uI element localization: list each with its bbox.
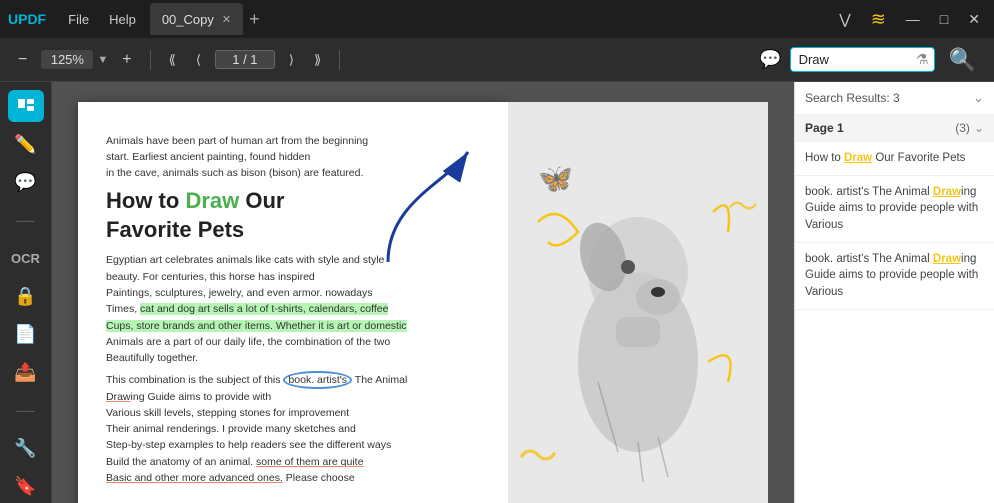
result-3-highlight: Draw [933, 253, 961, 265]
pdf-page: Animals have been part of human art from… [78, 102, 508, 503]
panel-collapse-icon[interactable]: ⌄ [973, 90, 984, 106]
menu-file[interactable]: File [58, 8, 99, 31]
page-count: (3) [955, 121, 970, 135]
sidebar-icon-convert[interactable]: 📄 [8, 319, 44, 351]
sidebar-icon-tools[interactable]: 🔧 [8, 433, 44, 465]
underline-some: some of them are quite Basic and other m… [106, 456, 363, 484]
artist-circle: book. artist's [283, 371, 352, 389]
zoom-out-button[interactable]: − [12, 47, 33, 73]
result-2-highlight: Draw [933, 186, 961, 198]
page-nav [215, 50, 275, 69]
updf-logo: UPDF [8, 11, 46, 27]
zoom-level[interactable]: 125% [41, 50, 93, 69]
left-sidebar: ✏️ 💬 — OCR 🔒 📄 📤 — 🔧 🔖 [0, 82, 52, 503]
separator-2 [339, 50, 340, 70]
page-section-header: Page 1 (3) ⌄ [795, 115, 994, 142]
nav-next-button[interactable]: ⟩ [283, 48, 300, 72]
menu-help[interactable]: Help [99, 8, 146, 31]
result-1-text2: Our Favorite Pets [872, 152, 965, 164]
search-result-1[interactable]: How to Draw Our Favorite Pets [795, 142, 994, 176]
page-input[interactable] [215, 50, 275, 69]
sidebar-separator-1: — [8, 204, 44, 236]
search-container: ⚗ [790, 47, 935, 72]
result-3-text1: book. artist's The Animal [805, 253, 933, 265]
pdf-heading: How to Draw Our Favorite Pets [106, 187, 480, 244]
heading-how-to: How to [106, 188, 185, 213]
para-2: This combination is the subject of this … [106, 372, 480, 486]
right-search-panel: Search Results: 3 ⌄ Page 1 (3) ⌄ How to … [794, 82, 994, 503]
heading-draw: Draw [185, 188, 239, 213]
page-label: Page 1 [805, 121, 844, 135]
tab-label: 00_Copy [162, 12, 214, 27]
sidebar-separator-2: — [8, 395, 44, 427]
search-active-icon[interactable]: 🔍 [943, 45, 982, 75]
sidebar-icon-ocr[interactable]: OCR [8, 242, 44, 274]
page-section-expand-icon[interactable]: ⌄ [974, 121, 984, 135]
result-2-text1: book. artist's The Animal [805, 186, 933, 198]
toolbar-right: 💬 ⚗ 🔍 [759, 45, 982, 75]
toolbar: − 125% ▼ + ⟪ ⟨ ⟩ ⟫ 💬 ⚗ 🔍 [0, 38, 994, 82]
zoom-in-button[interactable]: + [116, 47, 137, 73]
heading-favorite-pets: Favorite Pets [106, 217, 244, 242]
active-tab[interactable]: 00_Copy ✕ [150, 3, 243, 35]
result-1-highlight: Draw [844, 152, 872, 164]
sidebar-icon-protect[interactable]: 🔒 [8, 280, 44, 312]
highlight-green-1: cat and dog art sells a lot of t-shirts,… [106, 303, 407, 331]
minimize-button[interactable]: — [900, 9, 926, 29]
underline-drawing: Draw [106, 391, 131, 403]
sidebar-icon-view[interactable] [8, 90, 44, 122]
new-tab-button[interactable]: + [249, 9, 260, 30]
separator-1 [150, 50, 151, 70]
para-1: Egyptian art celebrates animals like cat… [106, 252, 480, 366]
title-bar: UPDF File Help 00_Copy ✕ + ⋁ ≋ — □ ✕ [0, 0, 994, 38]
result-1-text1: How to [805, 152, 844, 164]
pdf-content-area: Animals have been part of human art from… [52, 82, 794, 503]
heading-our: Our [239, 188, 284, 213]
filter-icon[interactable]: ⚗ [916, 51, 929, 68]
sidebar-icon-edit[interactable]: ✏️ [8, 128, 44, 160]
tab-area: 00_Copy ✕ + [150, 3, 833, 35]
sidebar-icon-share[interactable]: 📤 [8, 357, 44, 389]
dog-image-area: 🦋 〜 〜 [508, 102, 768, 503]
updf-account-icon[interactable]: ≋ [865, 7, 892, 32]
search-results-label: Search Results: 3 [805, 91, 900, 105]
search-result-3[interactable]: book. artist's The Animal Drawing Guide … [795, 243, 994, 310]
sidebar-icon-bookmark[interactable]: 🔖 [8, 471, 44, 503]
nav-prev-button[interactable]: ⟨ [190, 48, 207, 72]
nav-first-button[interactable]: ⟪ [163, 48, 182, 72]
dog-sketch [528, 162, 748, 502]
close-button[interactable]: ✕ [962, 9, 986, 30]
comment-button[interactable]: 💬 [759, 49, 781, 70]
main-area: ✏️ 💬 — OCR 🔒 📄 📤 — 🔧 🔖 Animals have been… [0, 82, 994, 503]
zoom-dropdown-icon[interactable]: ▼ [97, 54, 108, 66]
window-controls: ⋁ ≋ — □ ✕ [833, 7, 986, 32]
search-input[interactable] [790, 47, 935, 72]
tab-close[interactable]: ✕ [222, 13, 231, 26]
search-results-header: Search Results: 3 ⌄ [795, 82, 994, 115]
menu-expand-icon[interactable]: ⋁ [833, 9, 856, 30]
zoom-area: 125% ▼ [41, 50, 108, 69]
intro-text: Animals have been part of human art from… [106, 134, 480, 181]
nav-last-button[interactable]: ⟫ [308, 48, 327, 72]
sidebar-icon-comment[interactable]: 💬 [8, 166, 44, 198]
maximize-button[interactable]: □ [934, 9, 954, 29]
search-result-2[interactable]: book. artist's The Animal Drawing Guide … [795, 176, 994, 243]
